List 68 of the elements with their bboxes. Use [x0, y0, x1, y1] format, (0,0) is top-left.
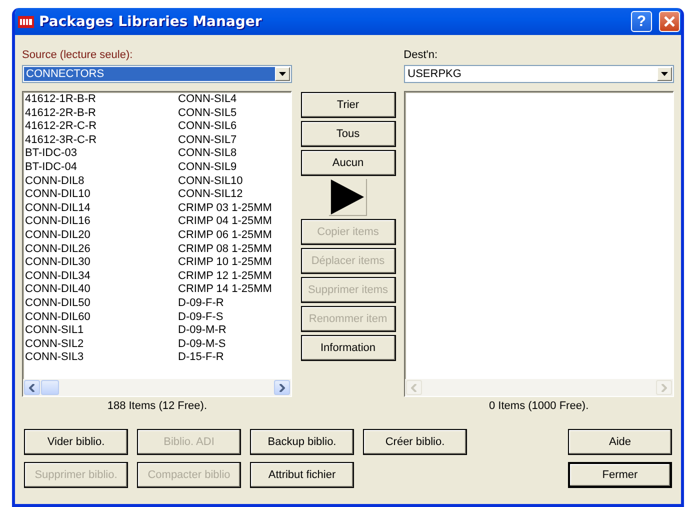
- list-item[interactable]: CRIMP 14 1-25MM: [178, 283, 290, 297]
- scroll-right-icon[interactable]: [274, 380, 290, 395]
- action-button[interactable]: Trier: [300, 92, 396, 118]
- list-item[interactable]: CONN-SIL6: [178, 120, 290, 134]
- list-item[interactable]: CONN-SIL10: [178, 174, 290, 188]
- source-label: Source (lecture seule):: [22, 49, 134, 63]
- action-button[interactable]: Aucun: [300, 150, 396, 176]
- list-item[interactable]: D-09-M-S: [178, 338, 290, 352]
- close-button[interactable]: [659, 11, 680, 32]
- source-list[interactable]: [22, 91, 292, 397]
- list-item[interactable]: CONN-DIL40: [25, 283, 178, 297]
- list-item[interactable]: CONN-SIL7: [178, 134, 290, 148]
- source-dropdown[interactable]: CONNECTORS: [22, 65, 292, 83]
- list-item[interactable]: CRIMP 10 1-25MM: [178, 256, 290, 270]
- list-item[interactable]: CONN-DIL60: [25, 310, 178, 324]
- list-item[interactable]: BT-IDC-04: [25, 160, 178, 175]
- app-logo-icon: [18, 16, 34, 28]
- horizontal-scrollbar[interactable]: [23, 379, 292, 396]
- list-item[interactable]: CONN-DIL30: [25, 256, 178, 270]
- list-item[interactable]: 41612-3R-C-R: [25, 134, 178, 148]
- list-item[interactable]: CONN-SIL5: [178, 106, 290, 120]
- list-item[interactable]: CONN-SIL9: [178, 160, 290, 175]
- list-item[interactable]: CONN-SIL2: [25, 338, 178, 352]
- action-button[interactable]: Vider biblio.: [24, 429, 128, 455]
- transfer-button[interactable]: [329, 179, 367, 216]
- list-item[interactable]: 41612-1R-B-R: [25, 93, 178, 107]
- list-item[interactable]: 41612-2R-C-R: [25, 120, 178, 134]
- help-button[interactable]: ?: [631, 11, 652, 32]
- action-button[interactable]: Tous: [300, 121, 396, 147]
- action-button[interactable]: Information: [300, 335, 396, 361]
- list-item[interactable]: BT-IDC-03: [25, 147, 178, 161]
- dest-status: 0 Items (1000 Free).: [488, 400, 590, 412]
- source-status: 188 Items (12 Free).: [106, 400, 208, 412]
- scroll-thumb[interactable]: [41, 380, 59, 395]
- list-item[interactable]: CONN-DIL10: [25, 188, 178, 202]
- list-item[interactable]: CRIMP 04 1-25MM: [178, 215, 290, 229]
- dest-label: Dest'n:: [404, 49, 439, 63]
- right-triangle-icon: [329, 179, 366, 215]
- window-title: Packages Libraries Manager: [39, 14, 262, 30]
- list-item[interactable]: D-15-F-R: [178, 351, 290, 365]
- list-item[interactable]: 41612-2R-B-R: [25, 106, 178, 120]
- dest-dropdown[interactable]: USERPKG: [404, 65, 674, 83]
- list-item[interactable]: CRIMP 08 1-25MM: [178, 242, 290, 256]
- action-button[interactable]: Créer biblio.: [363, 429, 467, 455]
- list-item[interactable]: CONN-DIL50: [25, 296, 178, 310]
- list-item[interactable]: CONN-SIL3: [25, 351, 178, 365]
- action-button[interactable]: Fermer: [568, 462, 672, 488]
- list-item[interactable]: CRIMP 03 1-25MM: [178, 202, 290, 216]
- list-item[interactable]: CONN-DIL26: [25, 242, 178, 256]
- action-button[interactable]: Aide: [568, 429, 672, 455]
- list-item[interactable]: D-09-F-S: [178, 310, 290, 324]
- list-item[interactable]: CONN-DIL14: [25, 202, 178, 216]
- list-item[interactable]: CONN-DIL20: [25, 228, 178, 243]
- list-item[interactable]: CONN-SIL4: [178, 93, 290, 107]
- action-button[interactable]: Attribut fichier: [250, 462, 354, 488]
- list-item[interactable]: CRIMP 12 1-25MM: [178, 270, 290, 284]
- list-item[interactable]: D-09-M-R: [178, 324, 290, 338]
- list-item[interactable]: CRIMP 06 1-25MM: [178, 228, 290, 243]
- list-item[interactable]: CONN-DIL8: [25, 174, 178, 188]
- close-icon: [663, 15, 676, 28]
- list-item[interactable]: CONN-SIL1: [25, 324, 178, 338]
- list-item[interactable]: CONN-DIL34: [25, 270, 178, 284]
- action-button[interactable]: Backup biblio.: [250, 429, 354, 455]
- list-item[interactable]: CONN-DIL16: [25, 215, 178, 229]
- list-item[interactable]: CONN-SIL8: [178, 147, 290, 161]
- list-item[interactable]: D-09-F-R: [178, 296, 290, 310]
- list-item[interactable]: CONN-SIL12: [178, 188, 290, 202]
- scroll-left-icon[interactable]: [24, 380, 40, 395]
